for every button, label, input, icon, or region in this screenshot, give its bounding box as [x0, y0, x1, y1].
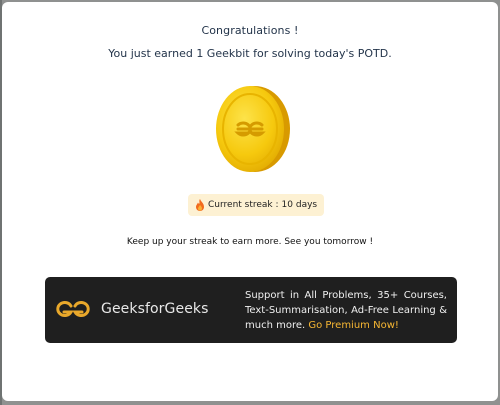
gfg-logo-icon — [56, 301, 90, 317]
fire-icon — [196, 199, 204, 211]
go-premium-link[interactable]: Go Premium Now! — [308, 320, 399, 331]
encouragement-message: Keep up your streak to earn more. See yo… — [126, 237, 374, 247]
current-streak-badge: Current streak : 10 days — [188, 194, 325, 216]
potd-reward-modal: Congratulations ! You just earned 1 Geek… — [2, 2, 498, 401]
geekbit-coin-icon — [216, 86, 290, 172]
premium-promo-banner[interactable]: GeeksforGeeks Support in All Problems, 3… — [45, 277, 457, 343]
modal-subtitle: You just earned 1 Geekbit for solving to… — [108, 47, 392, 60]
promo-text-block: Support in All Problems, 35+ Courses, Te… — [245, 288, 447, 333]
streak-label: Current streak : — [208, 200, 279, 210]
modal-title: Congratulations ! — [201, 24, 299, 37]
streak-value: 10 days — [281, 200, 318, 210]
brand-name: GeeksforGeeks — [101, 301, 209, 317]
